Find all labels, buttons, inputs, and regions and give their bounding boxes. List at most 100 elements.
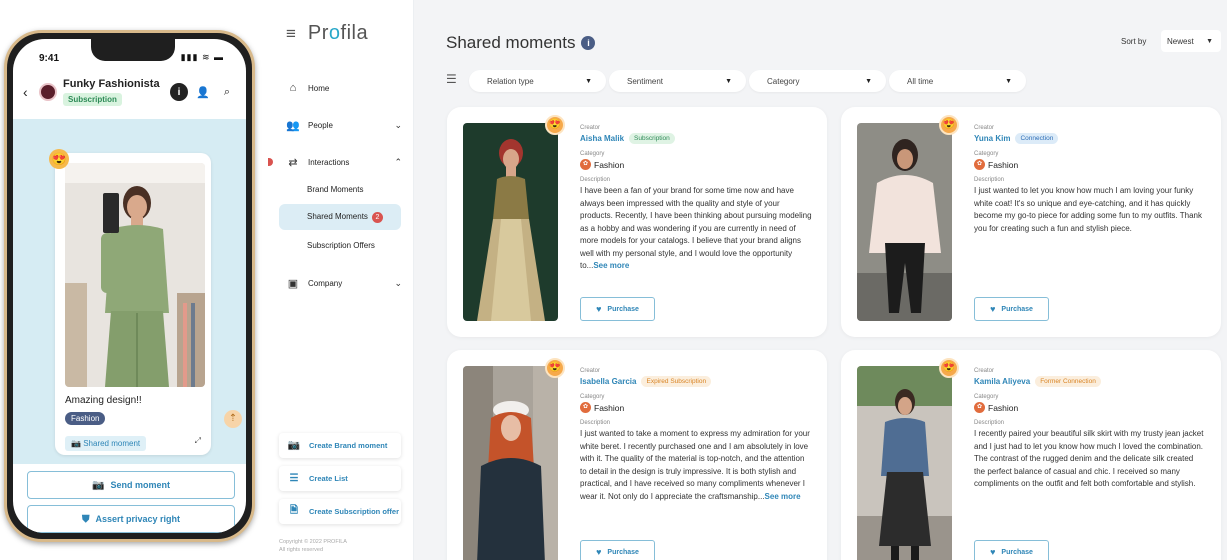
copyright: Copyright © 2022 PROFILA All rights rese… bbox=[279, 538, 347, 554]
emoji-reaction-icon: 😍 bbox=[49, 149, 69, 169]
people-icon: 👥 bbox=[286, 120, 300, 132]
page-title-text: Shared moments bbox=[446, 33, 576, 52]
creator-name[interactable]: Isabella Garcia bbox=[580, 377, 636, 386]
camera-icon: 📷 bbox=[71, 439, 81, 448]
moment-card[interactable]: Amazing design!! Fashion 📷 Shared moment… bbox=[55, 153, 211, 455]
expand-icon[interactable]: ⤢ bbox=[195, 436, 201, 446]
filter-time[interactable]: All time ▼ bbox=[889, 70, 1026, 92]
logo-o: o bbox=[328, 22, 341, 44]
creator-name[interactable]: Aisha Malik bbox=[580, 134, 624, 143]
relation-badge: Subscription bbox=[629, 133, 675, 144]
interactions-icon: ⇄ bbox=[288, 157, 298, 169]
purchase-label: Purchase bbox=[1001, 305, 1033, 313]
purchase-button[interactable]: ♥ Purchase bbox=[580, 297, 655, 321]
sidebar-item-label: Interactions bbox=[308, 158, 350, 167]
purchase-button[interactable]: ♥ Purchase bbox=[580, 540, 655, 560]
fashion-icon: ✿ bbox=[974, 402, 985, 413]
sort-select[interactable]: Newest ▼ bbox=[1161, 30, 1221, 52]
create-brand-moment-button[interactable]: 📷 Create Brand moment bbox=[279, 433, 401, 458]
caret-down-icon: ▼ bbox=[585, 77, 592, 85]
moment-card[interactable]: 😍 Creator Kamila Aliyeva Former Connecti… bbox=[841, 350, 1221, 560]
category-row: ✿ Fashion bbox=[580, 159, 812, 170]
card-info: Creator Aisha Malik Subscription Categor… bbox=[580, 125, 812, 273]
filter-sentiment[interactable]: Sentiment ▼ bbox=[609, 70, 746, 92]
filter-category[interactable]: Category ▼ bbox=[749, 70, 886, 92]
creator-name[interactable]: Yuna Kim bbox=[974, 134, 1010, 143]
moment-card[interactable]: 😍 Creator Aisha Malik Subscription Categ… bbox=[447, 107, 827, 337]
see-more-link[interactable]: See more bbox=[765, 492, 801, 501]
info-icon[interactable]: i bbox=[170, 83, 188, 101]
purchase-label: Purchase bbox=[607, 305, 639, 313]
count-badge: 2 bbox=[371, 212, 383, 223]
logo-text-start: Pr bbox=[307, 22, 329, 44]
sidebar-subitem-subscription-offers[interactable]: Subscription Offers bbox=[307, 241, 375, 250]
category-value: Fashion bbox=[988, 159, 1019, 170]
purchase-label: Purchase bbox=[1001, 548, 1033, 556]
creator-row: Isabella Garcia Expired Subscription bbox=[580, 376, 812, 387]
active-indicator bbox=[268, 158, 273, 166]
emoji-reaction-icon: 😍 bbox=[545, 358, 565, 378]
moment-card[interactable]: 😍 Creator Isabella Garcia Expired Subscr… bbox=[447, 350, 827, 560]
app-root: 9:41 ▮▮▮ ≋ ▬ ‹ Funky Fashionista Subscri… bbox=[0, 0, 1227, 560]
camera-icon: 📷 bbox=[92, 479, 105, 491]
relation-badge: Connection bbox=[1015, 133, 1059, 144]
filter-label: Sentiment bbox=[627, 76, 664, 86]
sidebar-item-interactions[interactable]: ⇄ Interactions ⌃ bbox=[286, 156, 406, 169]
caret-down-icon: ▼ bbox=[865, 77, 872, 85]
purchase-button[interactable]: ♥ Purchase bbox=[974, 540, 1049, 560]
avatar[interactable] bbox=[39, 83, 57, 101]
purchase-button[interactable]: ♥ Purchase bbox=[974, 297, 1049, 321]
card-info: Creator Isabella Garcia Expired Subscrip… bbox=[580, 368, 812, 503]
heart-icon: ♥ bbox=[596, 547, 602, 557]
create-list-label: Create List bbox=[309, 474, 348, 483]
menu-icon[interactable]: ≡ bbox=[286, 24, 296, 44]
creator-name[interactable]: Kamila Aliyeva bbox=[974, 377, 1030, 386]
create-subscription-offer-label: Create Subscription offer bbox=[309, 507, 400, 516]
create-list-button[interactable]: ☰ Create List bbox=[279, 466, 401, 491]
brand: ≡ Profila bbox=[286, 22, 368, 45]
logo[interactable]: Profila bbox=[308, 22, 368, 45]
sidebar-item-company[interactable]: ▣ Company ⌄ bbox=[286, 277, 406, 290]
assert-privacy-button[interactable]: ⛊ Assert privacy right bbox=[27, 505, 235, 533]
sidebar-item-label: People bbox=[308, 121, 333, 130]
sidebar-item-people[interactable]: 👥 People ⌄ bbox=[286, 119, 406, 132]
sidebar-subitem-brand-moments[interactable]: Brand Moments bbox=[307, 185, 363, 194]
filter-icon[interactable]: ☰ bbox=[446, 72, 457, 86]
moment-photo bbox=[857, 123, 952, 321]
see-more-link[interactable]: See more bbox=[593, 261, 629, 270]
moment-caption: Amazing design!! bbox=[65, 395, 142, 406]
sidebar-item-home[interactable]: ⌂ Home bbox=[286, 82, 406, 94]
sidebar: ≡ Profila ⌂ Home 👥 People ⌄ ⇄ Interactio… bbox=[268, 0, 414, 560]
camera-icon: 📷 bbox=[287, 440, 301, 451]
heart-icon: ♥ bbox=[990, 304, 996, 314]
search-icon[interactable]: ⌕ bbox=[218, 83, 236, 101]
description-text: I recently paired your beautiful silk sk… bbox=[974, 429, 1204, 488]
home-icon: ⌂ bbox=[289, 82, 297, 94]
creator-label: Creator bbox=[974, 368, 995, 374]
create-subscription-offer-button[interactable]: 🗎 Create Subscription offer bbox=[279, 499, 401, 524]
description-text: I just wanted to let you know how much I… bbox=[974, 186, 1202, 233]
chat-header: ‹ Funky Fashionista Subscription i 👤 ⌕ bbox=[13, 71, 246, 113]
filter-relation-type[interactable]: Relation type ▼ bbox=[469, 70, 606, 92]
description-text: I just wanted to take a moment to expres… bbox=[580, 428, 812, 503]
document-icon: 🗎 bbox=[289, 505, 299, 516]
list-icon: ☰ bbox=[289, 473, 299, 484]
send-moment-button[interactable]: 📷 Send moment bbox=[27, 471, 235, 499]
contact-icon[interactable]: 👤 bbox=[194, 83, 212, 101]
sidebar-subitem-shared-moments[interactable]: Shared Moments 2 bbox=[307, 212, 383, 223]
category-label: Category bbox=[974, 151, 999, 157]
creator-label: Creator bbox=[974, 125, 995, 131]
category-row: ✿ Fashion bbox=[974, 402, 1206, 413]
description-body: I just wanted to take a moment to expres… bbox=[580, 429, 810, 501]
info-icon[interactable]: i bbox=[581, 36, 596, 50]
filter-label: All time bbox=[907, 76, 934, 86]
caret-down-icon: ▼ bbox=[1206, 37, 1213, 45]
back-icon[interactable]: ‹ bbox=[23, 84, 39, 100]
moment-photo bbox=[65, 163, 205, 387]
moment-card[interactable]: 😍 Creator Yuna Kim Connection Category ✿… bbox=[841, 107, 1221, 337]
sidebar-subitem-label: Shared Moments bbox=[307, 212, 368, 221]
description-body: I have been a fan of your brand for some… bbox=[580, 186, 812, 270]
creator-row: Aisha Malik Subscription bbox=[580, 133, 812, 144]
contact-name: Funky Fashionista bbox=[63, 78, 160, 90]
scroll-up-icon[interactable]: ⇡ bbox=[224, 410, 242, 428]
